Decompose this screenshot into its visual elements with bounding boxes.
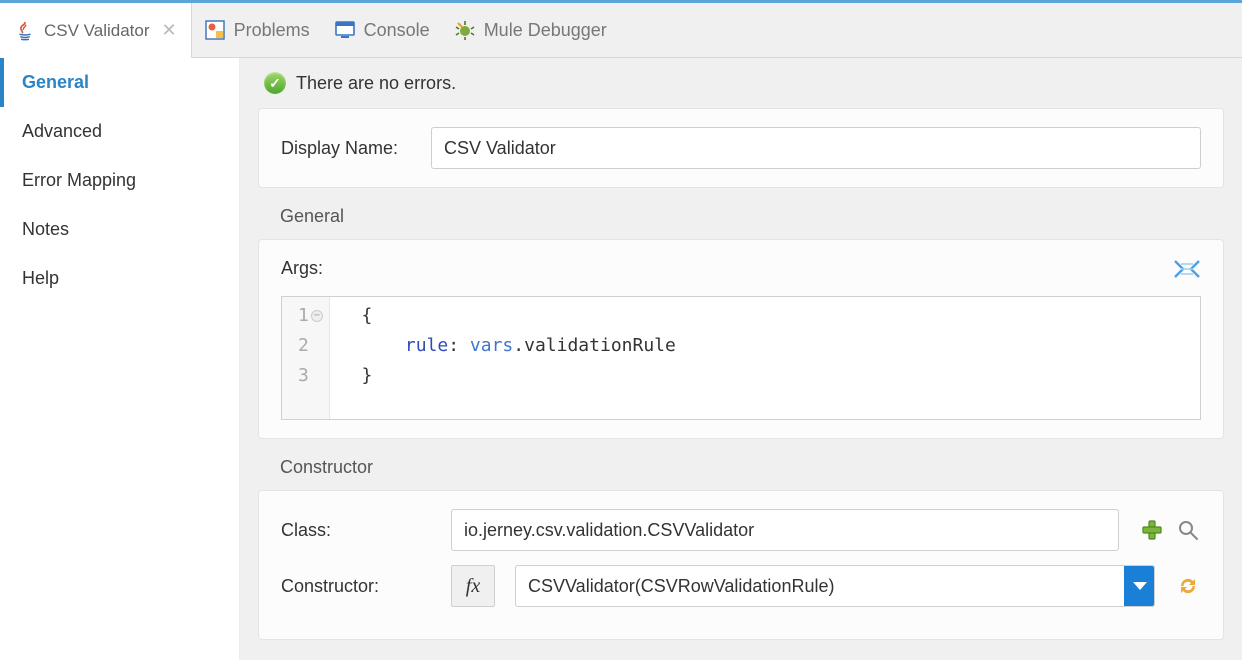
status-text: There are no errors. — [296, 73, 456, 94]
display-name-card: Display Name: — [258, 108, 1224, 188]
sidebar-item-general[interactable]: General — [0, 58, 239, 107]
gutter-line: 1− — [298, 301, 323, 331]
problems-icon — [204, 19, 226, 41]
tab-console[interactable]: Console — [334, 19, 430, 41]
section-title-constructor: Constructor — [280, 457, 1224, 478]
top-tabs-bar: CSV Validator ✕ Problems Console — [0, 0, 1242, 58]
sidebar-item-label: General — [22, 72, 89, 92]
section-title-general: General — [280, 206, 1224, 227]
ok-check-icon: ✓ — [264, 72, 286, 94]
editor-tab-csv-validator[interactable]: CSV Validator ✕ — [0, 3, 192, 58]
display-name-label: Display Name: — [281, 138, 411, 159]
fx-button[interactable]: fx — [451, 565, 495, 607]
sidebar-item-label: Error Mapping — [22, 170, 136, 190]
general-card: Args: 1−23 { rule: vars.validationRule } — [258, 239, 1224, 439]
args-label: Args: — [281, 258, 323, 279]
gutter-line: 3 — [298, 361, 323, 391]
status-row: ✓ There are no errors. — [264, 72, 1224, 94]
console-icon — [334, 19, 356, 41]
view-tabs: Problems Console Mule Debugger — [192, 3, 1242, 58]
tab-problems[interactable]: Problems — [204, 19, 310, 41]
code-line: rule: vars.validationRule — [340, 331, 676, 361]
fold-handle-icon[interactable]: − — [311, 310, 323, 322]
display-name-input[interactable] — [431, 127, 1201, 169]
mule-debugger-icon — [454, 19, 476, 41]
java-icon — [14, 20, 36, 42]
code-line: } — [340, 361, 676, 391]
dataweave-icon[interactable] — [1173, 258, 1201, 286]
add-class-button[interactable] — [1139, 517, 1165, 543]
code-body[interactable]: { rule: vars.validationRule } — [330, 297, 686, 419]
editor-tab-label: CSV Validator — [44, 21, 150, 41]
sidebar: General Advanced Error Mapping Notes Hel… — [0, 58, 240, 660]
class-label: Class: — [281, 520, 431, 541]
sidebar-item-label: Help — [22, 268, 59, 288]
sidebar-item-help[interactable]: Help — [0, 254, 239, 303]
tab-label: Mule Debugger — [484, 20, 607, 41]
sidebar-item-label: Advanced — [22, 121, 102, 141]
tab-mule-debugger[interactable]: Mule Debugger — [454, 19, 607, 41]
sidebar-item-error-mapping[interactable]: Error Mapping — [0, 156, 239, 205]
code-line: { — [340, 301, 676, 331]
tab-label: Problems — [234, 20, 310, 41]
sidebar-item-label: Notes — [22, 219, 69, 239]
constructor-select[interactable] — [515, 565, 1155, 607]
constructor-select-wrap — [515, 565, 1155, 607]
constructor-label: Constructor: — [281, 576, 431, 597]
sidebar-item-notes[interactable]: Notes — [0, 205, 239, 254]
refresh-button[interactable] — [1175, 573, 1201, 599]
args-code-editor[interactable]: 1−23 { rule: vars.validationRule } — [281, 296, 1201, 420]
tab-label: Console — [364, 20, 430, 41]
search-class-button[interactable] — [1175, 517, 1201, 543]
code-gutter: 1−23 — [282, 297, 330, 419]
class-input[interactable] — [451, 509, 1119, 551]
sidebar-item-advanced[interactable]: Advanced — [0, 107, 239, 156]
constructor-card: Class: — [258, 490, 1224, 640]
close-icon[interactable]: ✕ — [162, 20, 177, 41]
gutter-line: 2 — [298, 331, 323, 361]
